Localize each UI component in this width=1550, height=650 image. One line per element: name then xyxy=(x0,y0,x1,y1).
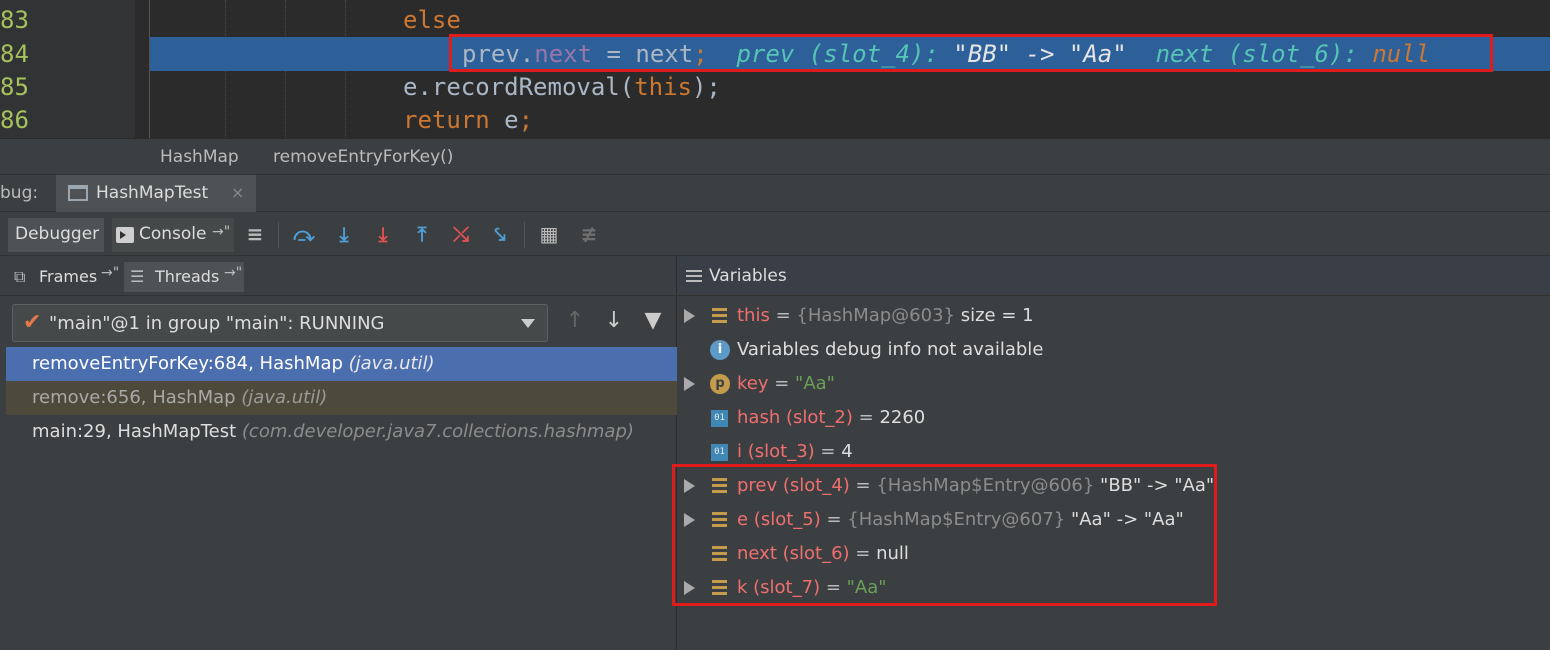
step-out-icon[interactable]: ⤒ xyxy=(408,220,436,248)
variable-row-hash[interactable]: 01 hash (slot_2) = 2260 xyxy=(678,402,1550,436)
filter-icon[interactable]: ▼ xyxy=(638,308,668,338)
trace-current-stream-icon[interactable]: ≢ xyxy=(575,220,603,248)
code-line-86[interactable]: return e; xyxy=(150,103,1550,137)
tab-console-label: Console xyxy=(139,224,207,244)
code-token: this xyxy=(634,73,692,101)
tab-frames-label: Frames xyxy=(39,267,98,286)
code-token: ); xyxy=(691,73,721,101)
code-token: ; xyxy=(518,106,534,134)
debugger-toolbar: Debugger Console →" ≡ ⤼ ⤓ ⤓ ⤒ ⤯ ⤥ ▦ ≢ xyxy=(0,212,1550,256)
tab-debugger[interactable]: Debugger xyxy=(8,218,104,252)
code-token: return xyxy=(403,106,490,134)
debug-session-bar: bug: HashMapTest × xyxy=(0,174,1550,213)
step-into-icon[interactable]: ⤓ xyxy=(330,220,358,248)
session-tab-label: HashMapTest xyxy=(96,183,209,203)
tab-frames[interactable]: ⧉ Frames →" xyxy=(8,262,120,292)
line-number: 85 xyxy=(0,73,29,101)
variable-text: Variables debug info not available xyxy=(737,339,1044,360)
tab-debugger-label: Debugger xyxy=(15,224,100,244)
tab-console[interactable]: Console →" xyxy=(112,218,234,252)
thread-select[interactable]: ✔ "main"@1 in group "main": RUNNING xyxy=(12,304,548,342)
frame-label: removeEntryForKey:684, HashMap (java.uti… xyxy=(32,353,435,374)
variable-row-this[interactable]: this = {HashMap@603} size = 1 xyxy=(678,300,1550,334)
frames-icon: ⧉ xyxy=(14,267,26,286)
variables-panel: Variables this = {HashMap@603} size = 1 … xyxy=(672,256,1550,650)
variables-header: Variables xyxy=(678,256,1550,296)
object-field-icon xyxy=(712,308,727,324)
drop-frame-icon[interactable]: ⤯ xyxy=(447,220,475,248)
breadcrumb-class[interactable]: HashMap xyxy=(160,147,239,167)
variable-text: hash (slot_2) = 2260 xyxy=(737,407,926,428)
expand-arrow-icon[interactable] xyxy=(684,309,695,323)
check-icon: ✔ xyxy=(23,310,42,335)
step-over-icon[interactable]: ⤼ xyxy=(290,220,318,248)
info-icon: i xyxy=(710,340,730,360)
line-number: 84 xyxy=(0,40,29,68)
frames-layout-icon[interactable]: ≡ xyxy=(241,220,269,248)
line-number: 86 xyxy=(0,106,29,134)
annotation-highlight-box xyxy=(672,464,1217,606)
thread-select-value: "main"@1 in group "main": RUNNING xyxy=(49,313,385,334)
primitive-icon: 01 xyxy=(711,444,728,461)
frame-row-selected[interactable]: removeEntryForKey:684, HashMap (java.uti… xyxy=(6,347,677,381)
force-step-into-icon[interactable]: ⤓ xyxy=(369,220,397,248)
line-number-gutter: 83 84 85 86 xyxy=(0,0,135,138)
close-icon[interactable]: × xyxy=(231,183,244,202)
toolbar-divider xyxy=(524,222,525,248)
chevron-down-icon xyxy=(521,319,535,328)
pin-icon[interactable]: →" xyxy=(101,265,119,281)
primitive-icon: 01 xyxy=(711,410,728,427)
frame-row[interactable]: remove:656, HashMap (java.util) xyxy=(6,381,677,415)
frame-label: remove:656, HashMap (java.util) xyxy=(32,387,328,408)
variables-title: Variables xyxy=(709,266,787,286)
frame-label: main:29, HashMapTest (com.developer.java… xyxy=(32,421,634,442)
variable-text: i (slot_3) = 4 xyxy=(737,441,853,462)
tab-threads-label: Threads xyxy=(155,267,220,286)
app-window-icon xyxy=(68,185,88,201)
breadcrumb: HashMap removeEntryForKey() xyxy=(0,138,1550,174)
code-text: e.recordRemoval(this); xyxy=(403,70,721,104)
run-to-cursor-icon[interactable]: ⤥ xyxy=(486,220,514,248)
line-number: 83 xyxy=(0,6,29,34)
annotation-highlight-box xyxy=(449,34,1493,72)
code-text: else xyxy=(403,3,461,37)
code-line-85[interactable]: e.recordRemoval(this); xyxy=(150,70,1550,104)
evaluate-expression-icon[interactable]: ▦ xyxy=(535,220,563,248)
variable-text: this = {HashMap@603} size = 1 xyxy=(737,305,1034,326)
debug-label: bug: xyxy=(0,183,39,203)
frames-tabs: ⧉ Frames →" ☰ Threads →" xyxy=(0,256,677,296)
code-editor[interactable]: 83 84 85 86 else prev.next = next; prev … xyxy=(0,0,1550,138)
pin-icon[interactable]: →" xyxy=(212,224,230,240)
variable-text: key = "Aa" xyxy=(737,373,835,394)
breadcrumb-method[interactable]: removeEntryForKey() xyxy=(273,147,453,167)
tab-threads[interactable]: ☰ Threads →" xyxy=(124,262,244,292)
expand-arrow-icon[interactable] xyxy=(684,377,695,391)
threads-icon: ☰ xyxy=(130,267,145,286)
frame-row[interactable]: main:29, HashMapTest (com.developer.java… xyxy=(6,415,677,449)
arrow-down-icon[interactable]: ↓ xyxy=(599,308,629,338)
arrow-up-icon[interactable]: ↑ xyxy=(560,308,590,338)
console-icon xyxy=(116,227,134,243)
toolbar-divider xyxy=(278,222,279,248)
parameter-icon: p xyxy=(710,374,730,394)
code-text: return e; xyxy=(403,103,533,137)
variables-icon xyxy=(686,270,702,282)
code-token: e xyxy=(489,106,519,134)
variable-row-key[interactable]: p key = "Aa" xyxy=(678,368,1550,402)
code-line-83[interactable]: else xyxy=(150,3,1550,37)
code-token: e.recordRemoval( xyxy=(403,73,635,101)
variable-row-info: i Variables debug info not available xyxy=(678,334,1550,368)
frames-panel: ⧉ Frames →" ☰ Threads →" ✔ "main"@1 in g… xyxy=(0,256,677,650)
session-tab-hashmaptest[interactable]: HashMapTest × xyxy=(56,175,256,213)
pin-icon[interactable]: →" xyxy=(224,265,242,281)
code-token: else xyxy=(403,6,461,34)
